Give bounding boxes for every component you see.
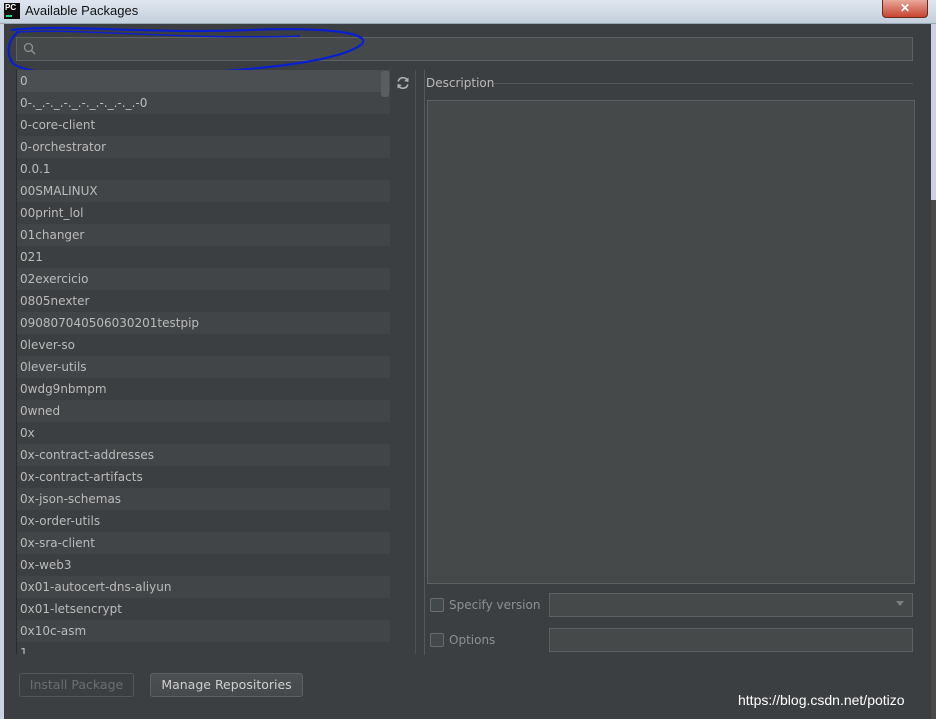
chevron-down-icon[interactable] bbox=[896, 601, 904, 606]
package-list-scrollbar[interactable] bbox=[381, 71, 389, 97]
package-list-item[interactable]: 0x-json-schemas bbox=[17, 488, 390, 510]
refresh-column bbox=[390, 70, 416, 654]
package-list-item[interactable]: 0-._.-._.-._.-._.-._.-._.-0 bbox=[17, 92, 390, 114]
search-icon bbox=[23, 42, 36, 55]
specify-version-label: Specify version bbox=[449, 598, 541, 612]
package-list-item[interactable]: 0-core-client bbox=[17, 114, 390, 136]
description-separator bbox=[493, 83, 913, 84]
package-list[interactable]: 0 0-._.-._.-._.-._.-._.-._.-0 0-core-clien… bbox=[16, 70, 390, 654]
search-input[interactable] bbox=[45, 40, 905, 58]
package-list-item[interactable]: 0x-web3 bbox=[17, 554, 390, 576]
package-list-item[interactable]: 0lever-so bbox=[17, 334, 390, 356]
description-label: Description bbox=[426, 76, 495, 90]
package-list-item[interactable]: 0805nexter bbox=[17, 290, 390, 312]
specify-version-checkbox[interactable] bbox=[430, 598, 444, 612]
package-list-item[interactable]: 090807040506030201testpip bbox=[17, 312, 390, 334]
install-package-button[interactable]: Install Package bbox=[19, 673, 134, 697]
package-list-item[interactable]: 0.0.1 bbox=[17, 158, 390, 180]
package-list-item[interactable]: 0lever-utils bbox=[17, 356, 390, 378]
package-list-item[interactable]: 0x bbox=[17, 422, 390, 444]
panel-divider bbox=[424, 70, 425, 655]
refresh-icon[interactable] bbox=[394, 74, 412, 92]
version-dropdown[interactable] bbox=[549, 593, 913, 617]
package-list-item[interactable]: 0x-order-utils bbox=[17, 510, 390, 532]
package-list-item[interactable]: 0x-sra-client bbox=[17, 532, 390, 554]
package-list-item[interactable]: 0wned bbox=[17, 400, 390, 422]
window-frame-right bbox=[931, 24, 936, 719]
package-list-item[interactable]: 1 bbox=[17, 642, 390, 654]
package-list-item[interactable]: 0 bbox=[17, 70, 390, 92]
options-field[interactable] bbox=[549, 628, 913, 652]
package-list-item[interactable]: 01changer bbox=[17, 224, 390, 246]
package-list-item[interactable]: 02exercicio bbox=[17, 268, 390, 290]
package-list-item[interactable]: 0x01-letsencrypt bbox=[17, 598, 390, 620]
package-list-item[interactable]: 00print_lol bbox=[17, 202, 390, 224]
title-bar: PC Available Packages ✕ bbox=[0, 0, 936, 24]
close-button[interactable]: ✕ bbox=[882, 0, 928, 18]
package-list-item[interactable]: 0wdg9nbmpm bbox=[17, 378, 390, 400]
manage-repositories-button[interactable]: Manage Repositories bbox=[150, 673, 303, 697]
package-list-item[interactable]: 021 bbox=[17, 246, 390, 268]
options-checkbox[interactable] bbox=[430, 633, 444, 647]
window-frame-left bbox=[0, 24, 4, 719]
package-list-item[interactable]: 0x-contract-artifacts bbox=[17, 466, 390, 488]
package-list-item[interactable]: 00SMALINUX bbox=[17, 180, 390, 202]
package-list-item[interactable]: 0x-contract-addresses bbox=[17, 444, 390, 466]
package-list-item[interactable]: 0-orchestrator bbox=[17, 136, 390, 158]
description-panel bbox=[427, 100, 915, 584]
package-list-item[interactable]: 0x10c-asm bbox=[17, 620, 390, 642]
options-label: Options bbox=[449, 633, 496, 647]
pycharm-app-icon: PC bbox=[4, 3, 20, 19]
window-title: Available Packages bbox=[25, 3, 139, 18]
package-list-item[interactable]: 0x01-autocert-dns-aliyun bbox=[17, 576, 390, 598]
watermark: https://blog.csdn.net/potizo bbox=[738, 692, 905, 708]
search-field[interactable] bbox=[16, 37, 913, 61]
